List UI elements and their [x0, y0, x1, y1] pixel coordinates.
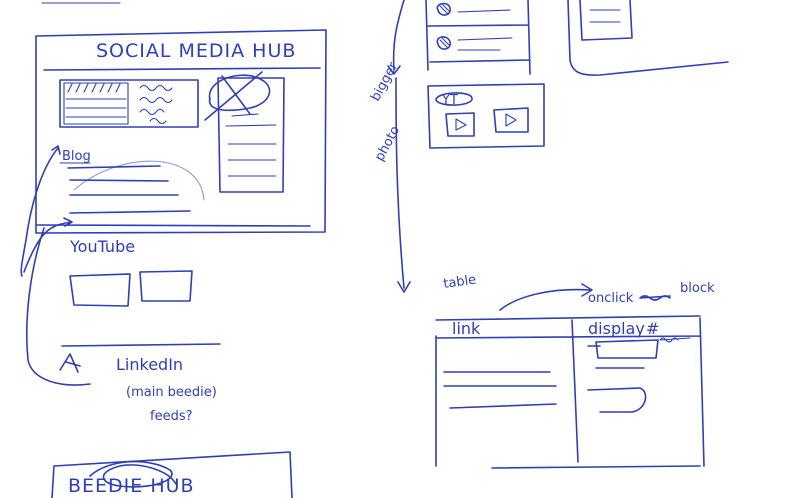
youtube-box-1: [69, 273, 131, 307]
hero-box-inner: [63, 82, 129, 125]
title-divider: [43, 67, 321, 71]
linkedin-section: LinkedIn (main beedie) feeds?: [59, 353, 217, 424]
right-panel-frame: [567, 0, 729, 76]
linkedin-note-2: feeds?: [150, 409, 193, 424]
yt-badge: YT: [441, 93, 458, 108]
column-line-2: [225, 124, 277, 127]
table-frame: [435, 315, 705, 469]
col-link-header: link: [452, 319, 481, 338]
hero-squiggle-4: [149, 117, 167, 125]
right-panel-card: [579, 0, 633, 41]
hero-squiggle-2: [139, 96, 173, 104]
play-icon-2: [505, 113, 517, 127]
block-label: block: [680, 281, 715, 296]
display-box-2: [587, 387, 647, 413]
social-hub-wireframe: SOCIAL MEDIA HUB Blog: [35, 29, 327, 234]
hero-squiggle-3: [139, 108, 165, 116]
linkedin-label: LinkedIn: [116, 355, 183, 374]
feed-line-1: [457, 9, 511, 13]
hash-label: #: [646, 319, 659, 338]
hub-title: SOCIAL MEDIA HUB: [96, 40, 296, 62]
blog-line-4: [69, 210, 191, 214]
column-line-1: [231, 113, 259, 117]
beedie-title: BEEDIE HUB: [68, 475, 195, 497]
strike-mark: [639, 295, 671, 301]
beedie-hub-wireframe: BEEDIE HUB: [51, 451, 293, 498]
play-icon-1: [455, 118, 467, 131]
yt-video-2: [493, 107, 529, 133]
hero-box: [59, 79, 199, 128]
onclick-label: onclick: [588, 291, 634, 306]
hub-bottom-rule: [35, 224, 311, 227]
table-label: table: [442, 273, 477, 292]
col-display-header: display: [588, 319, 645, 338]
blog-line-2: [69, 179, 169, 182]
right-column: [217, 77, 285, 193]
hero-squiggle-1: [139, 84, 173, 92]
linkedin-note-1: (main beedie): [126, 385, 217, 400]
youtube-box-2: [139, 270, 193, 302]
display-box-1: [595, 339, 659, 359]
youtube-label: YouTube: [69, 237, 135, 256]
sketch-canvas: SOCIAL MEDIA HUB Blog YouTube LinkedIn (…: [20, 0, 729, 498]
flow-arrow-left: [20, 145, 91, 386]
linkedin-arrow-icon: [59, 353, 81, 373]
scribble-cross: [204, 71, 263, 121]
table-wireframe: table onclick block link display #: [435, 273, 715, 469]
hero-hatching: [67, 83, 121, 93]
yt-video-1: [445, 112, 475, 137]
right-panel-wireframe: [567, 0, 729, 76]
youtube-divider: [61, 343, 221, 347]
youtube-section: YouTube: [61, 237, 221, 347]
blog-label: Blog: [62, 149, 91, 164]
side-note-line-2: photo: [372, 124, 403, 164]
feed-line-2: [457, 37, 513, 41]
onclick-arrow: [499, 283, 593, 311]
feed-wireframe: YT: [425, 0, 545, 149]
hash-scribble: [659, 337, 691, 343]
link-row-3: [449, 403, 557, 409]
